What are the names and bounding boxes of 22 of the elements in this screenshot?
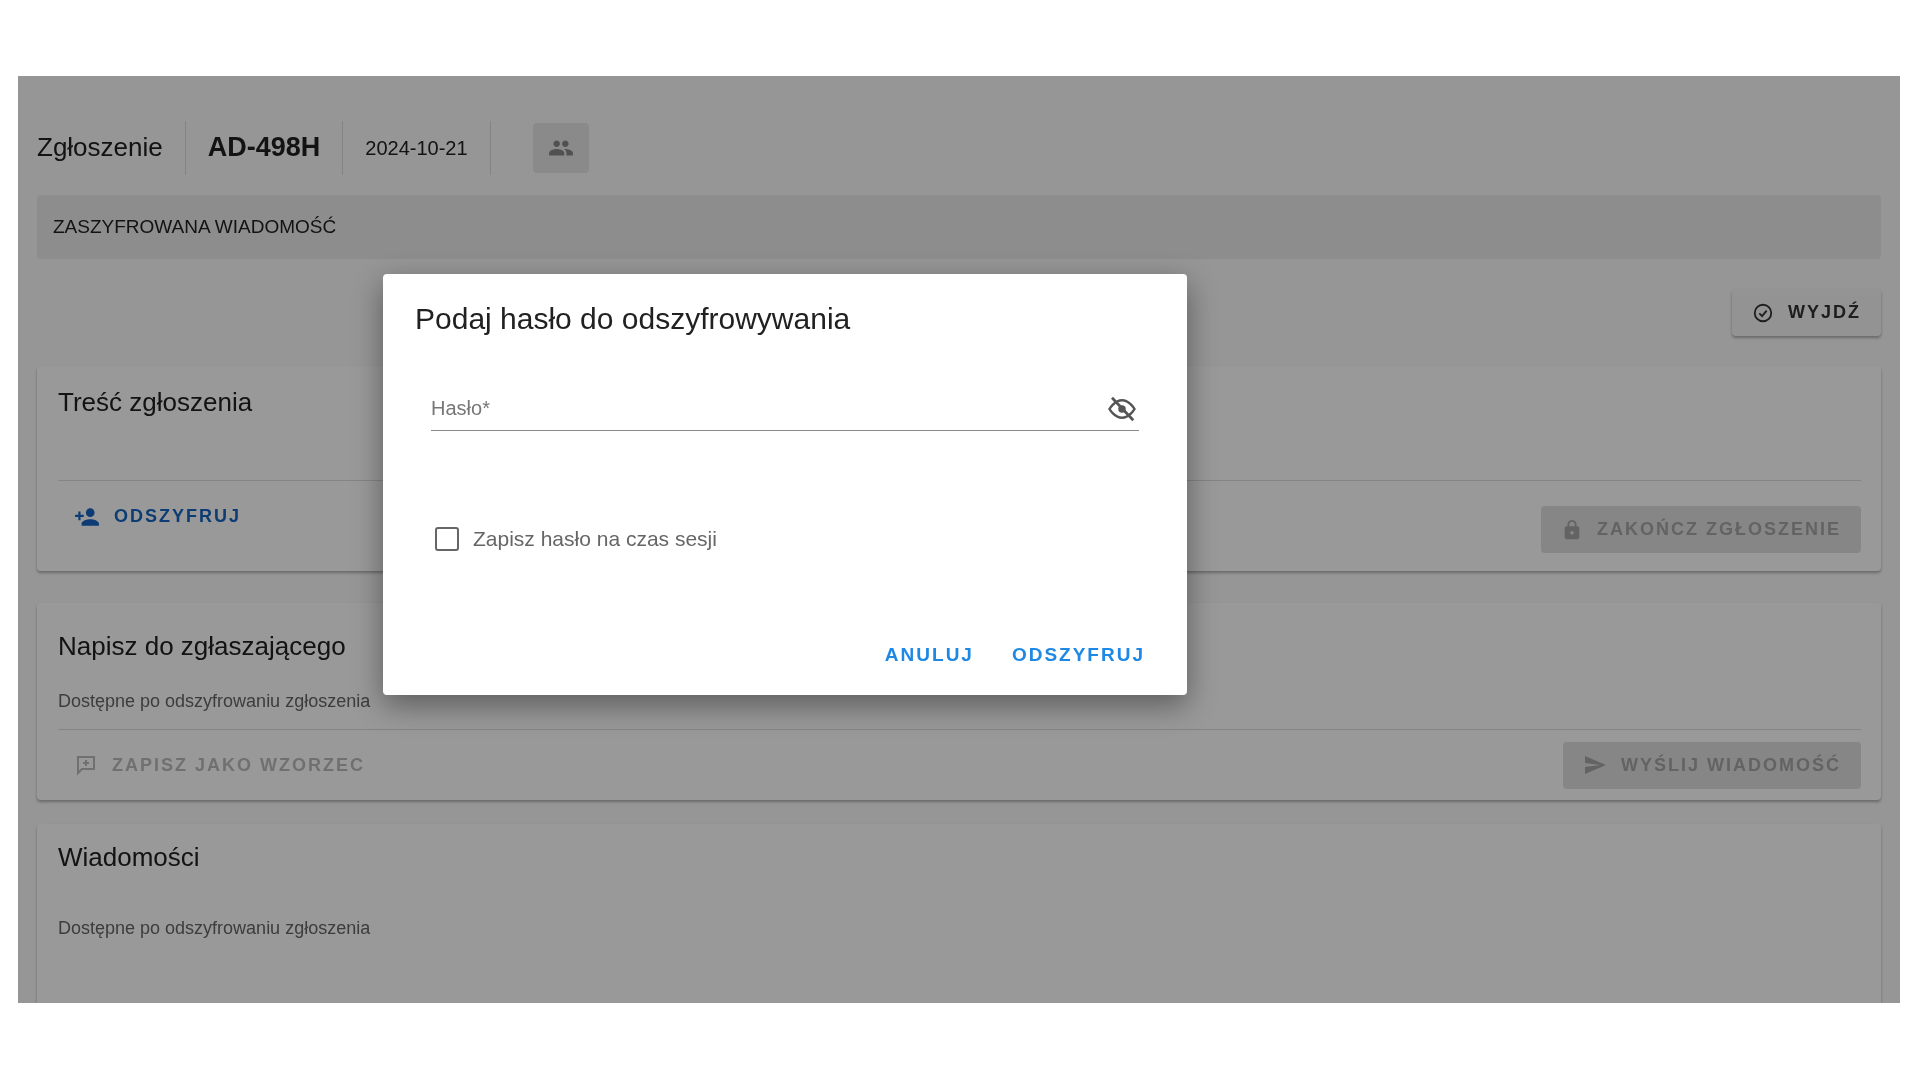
encrypted-banner: ZASZYFROWANA WIADOMOŚĆ — [37, 195, 1881, 259]
eye-off-icon[interactable] — [1107, 394, 1137, 424]
card-note: Dostępne po odszyfrowaniu zgłoszenia — [58, 690, 371, 713]
ticket-date: 2024-10-21 — [364, 135, 469, 161]
dialog-button[interactable]: ODSZYFRUJ — [1001, 634, 1155, 675]
people-button[interactable] — [532, 122, 589, 173]
checkbox-label: Zapisz hasło na czas sesji — [473, 526, 717, 552]
page-title: Zgłoszenie — [37, 131, 164, 164]
card-title: Napisz do zgłaszającego — [58, 630, 346, 663]
dialog-button[interactable]: ANULUJ — [874, 634, 984, 675]
exit-button[interactable]: WYJDŹ — [1732, 289, 1881, 336]
remember-checkbox[interactable] — [435, 526, 459, 551]
card-title: Wiadomości — [58, 841, 200, 874]
ticket-id: AD-498H — [206, 131, 322, 165]
password-field[interactable]: Hasło* — [431, 387, 1139, 431]
check-circle-icon — [1752, 301, 1774, 324]
send-icon — [1583, 753, 1607, 777]
dialog-title: Podaj hasło do odszyfrowywania — [415, 301, 852, 337]
comment-plus-icon — [74, 753, 98, 777]
card-title: Treść zgłoszenia — [58, 386, 253, 419]
decrypt-link[interactable]: ODSZYFRUJ — [58, 497, 257, 536]
card-note: Dostępne po odszyfrowaniu zgłoszenia — [58, 917, 371, 940]
